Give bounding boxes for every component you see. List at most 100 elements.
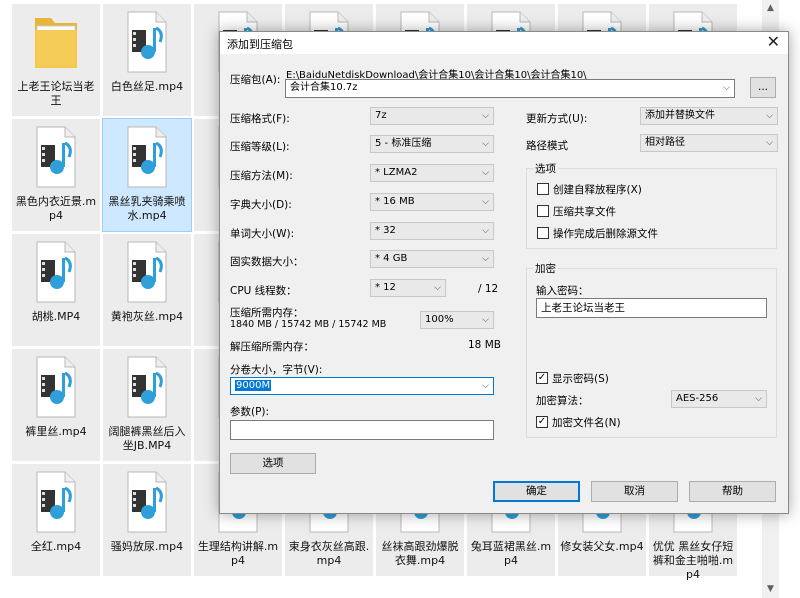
shared-label: 压缩共享文件	[553, 206, 616, 218]
chevron-down-icon: ⌵	[482, 226, 489, 236]
format-select[interactable]: 7z ⌵	[370, 107, 494, 125]
solid-select[interactable]: * 4 GB ⌵	[370, 250, 494, 268]
video-file-icon	[122, 123, 172, 191]
method-select[interactable]: * LZMA2 ⌵	[370, 164, 494, 182]
video-file-tile[interactable]: 胡桃.MP4	[12, 234, 100, 346]
cpu-total: / 12	[478, 283, 499, 295]
chevron-down-icon: ⌵	[755, 394, 762, 404]
level-label: 压缩等级(L):	[230, 141, 290, 153]
video-file-tile[interactable]: 全红.mp4	[12, 464, 100, 576]
file-name-label: 裤里丝.mp4	[25, 425, 87, 438]
update-label: 更新方式(U):	[526, 113, 588, 125]
chevron-down-icon: ⌵	[766, 138, 773, 148]
path-label: 路径模式	[526, 140, 568, 152]
browse-button[interactable]: ...	[750, 77, 776, 98]
video-file-icon	[122, 468, 172, 536]
dict-label: 字典大小(D):	[230, 199, 292, 211]
video-file-tile[interactable]: 骚妈放尿.mp4	[103, 464, 191, 576]
chevron-down-icon: ⌵	[482, 315, 489, 325]
word-label: 单词大小(W):	[230, 228, 295, 240]
enc-method-value: AES-256	[676, 393, 719, 404]
file-name-label: 黄袍灰丝.mp4	[110, 310, 184, 323]
path-select[interactable]: 相对路径 ⌵	[640, 134, 778, 152]
scroll-down-arrow-icon[interactable]: ▼	[762, 581, 779, 598]
dict-value: * 16 MB	[375, 196, 415, 207]
update-select[interactable]: 添加并替换文件 ⌵	[640, 107, 778, 125]
video-file-tile[interactable]: 黄袍灰丝.mp4	[103, 234, 191, 346]
show-password-label: 显示密码(S)	[552, 373, 609, 385]
video-file-tile[interactable]: 白色丝足.mp4	[103, 4, 191, 116]
cancel-button[interactable]: 取消	[591, 481, 678, 502]
decomp-value: 18 MB	[468, 339, 501, 351]
options-button[interactable]: 选项	[230, 453, 316, 474]
video-file-icon	[122, 353, 172, 421]
options-group: 选项 创建自释放程序(X) 压缩共享文件 操作完成后删除源文件	[526, 161, 777, 249]
file-name-label: 阔腿裤黑丝后入坐JB.MP4	[108, 425, 186, 452]
enc-method-label: 加密算法：	[536, 395, 589, 407]
word-select[interactable]: * 32 ⌵	[370, 222, 494, 240]
chevron-down-icon: ⌵	[723, 83, 730, 93]
dict-select[interactable]: * 16 MB ⌵	[370, 193, 494, 211]
format-label: 压缩格式(F):	[230, 113, 290, 125]
help-button[interactable]: 帮助	[689, 481, 776, 502]
file-name-label: 修女装父女.mp4	[560, 540, 644, 553]
video-file-icon	[122, 238, 172, 306]
volume-value: 9000M	[235, 380, 272, 391]
close-icon[interactable]: ✕	[767, 33, 780, 51]
file-name-label: 上老王论坛当老王	[17, 80, 95, 107]
solid-label: 固实数据大小：	[230, 256, 304, 268]
file-name-label: 白色丝足.mp4	[110, 80, 184, 93]
method-value: * LZMA2	[375, 167, 418, 178]
encrypt-names-checkbox[interactable]: ✓	[536, 416, 548, 428]
video-file-icon	[31, 468, 81, 536]
params-label: 参数(P):	[230, 406, 270, 418]
folder-icon	[31, 8, 81, 76]
ok-button[interactable]: 确定	[493, 481, 580, 502]
file-name-label: 束身衣灰丝高跟.mp4	[288, 540, 370, 567]
archive-label: 压缩包(A):	[230, 74, 281, 86]
video-file-icon	[122, 8, 172, 76]
encryption-group: 加密 输入密码： 上老王论坛当老王 ✓ 显示密码(S) 加密算法： AES-25…	[526, 261, 777, 438]
file-name-label: 黑色内衣近景.mp4	[15, 195, 97, 222]
sfx-label: 创建自释放程序(X)	[553, 184, 642, 196]
archive-name-value: 会计合集10.7z	[290, 82, 358, 93]
params-input[interactable]	[230, 420, 494, 440]
solid-value: * 4 GB	[375, 253, 408, 264]
chevron-down-icon: ⌵	[482, 254, 489, 264]
chevron-down-icon: ⌵	[482, 139, 489, 149]
video-file-icon	[31, 353, 81, 421]
shared-checkbox[interactable]	[537, 205, 549, 217]
chevron-down-icon: ⌵	[482, 381, 489, 391]
mem-percent-value: 100%	[425, 314, 454, 325]
delete-source-label: 操作完成后删除源文件	[553, 228, 658, 240]
video-file-tile[interactable]: 黑色内衣近景.mp4	[12, 119, 100, 231]
level-select[interactable]: 5 - 标准压缩 ⌵	[370, 135, 494, 153]
delete-source-checkbox[interactable]	[537, 227, 549, 239]
scroll-up-arrow-icon[interactable]: ▲	[762, 0, 779, 17]
archive-name-combo[interactable]: 会计合集10.7z ⌵	[285, 79, 735, 98]
encrypt-names-label: 加密文件名(N)	[552, 417, 621, 429]
mem-percent-select[interactable]: 100% ⌵	[420, 311, 494, 329]
mem-label: 压缩所需内存：	[230, 307, 304, 319]
sfx-checkbox[interactable]	[537, 183, 549, 195]
video-file-tile[interactable]: 阔腿裤黑丝后入坐JB.MP4	[103, 349, 191, 461]
mem-value: 1840 MB / 15742 MB / 15742 MB	[230, 319, 387, 330]
volume-label: 分卷大小，字节(V):	[230, 364, 323, 376]
cpu-select[interactable]: * 12 ⌵	[370, 279, 446, 297]
file-name-label: 丝袜高跟劲爆脱衣舞.mp4	[381, 540, 459, 567]
folder-tile[interactable]: 上老王论坛当老王	[12, 4, 100, 116]
chevron-down-icon: ⌵	[482, 168, 489, 178]
file-name-label: 生理结构讲解.mp4	[197, 540, 279, 567]
path-value: 相对路径	[645, 137, 685, 148]
video-file-tile[interactable]: 黑丝乳夹骑乘喷水.mp4	[102, 118, 192, 232]
add-to-archive-dialog: 添加到压缩包 ✕ 压缩包(A): E:\BaiduNetdiskDownload…	[219, 31, 789, 514]
enc-method-select[interactable]: AES-256 ⌵	[671, 390, 767, 408]
password-input[interactable]: 上老王论坛当老王	[536, 298, 767, 318]
volume-select[interactable]: 9000M ⌵	[230, 377, 494, 395]
show-password-checkbox[interactable]: ✓	[536, 372, 548, 384]
video-file-tile[interactable]: 裤里丝.mp4	[12, 349, 100, 461]
file-name-label: 骚妈放尿.mp4	[110, 540, 184, 553]
level-value: 5 - 标准压缩	[375, 138, 432, 149]
chevron-down-icon: ⌵	[434, 283, 441, 293]
video-file-icon	[31, 123, 81, 191]
